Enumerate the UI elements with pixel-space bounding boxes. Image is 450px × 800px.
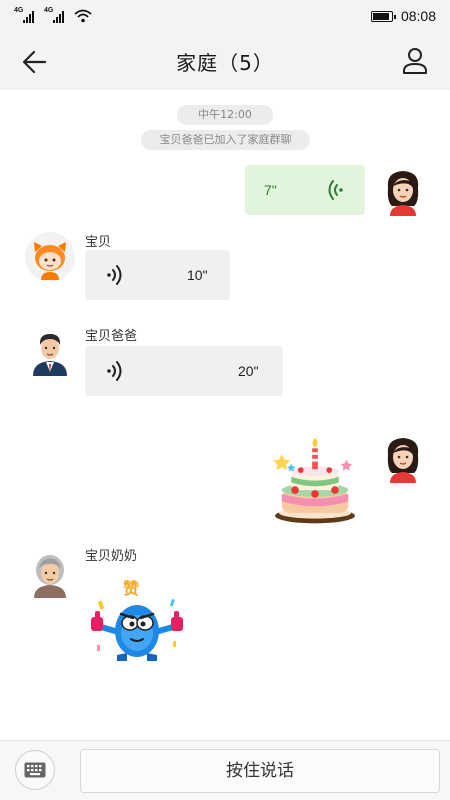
chat-header: 家庭（5） xyxy=(0,32,450,90)
input-bar: 按住说话 xyxy=(0,740,450,800)
arrow-left-icon[interactable] xyxy=(20,47,50,77)
cake-sticker[interactable] xyxy=(270,435,360,530)
status-left: 4G 4G xyxy=(14,7,92,23)
battery-icon xyxy=(370,10,396,22)
monster-icon xyxy=(91,598,183,661)
person-icon[interactable] xyxy=(400,46,430,76)
voice-message-bubble[interactable]: 10" xyxy=(85,250,230,300)
chat-list[interactable]: 中午12:00 宝贝爸爸已加入了家庭群聊 7" 宝贝 10" 宝贝爸爸 20" … xyxy=(0,90,450,740)
voice-wave-icon xyxy=(107,265,122,285)
status-right: 08:08 xyxy=(370,8,436,24)
voice-wave-icon xyxy=(107,361,122,381)
voice-wave-icon xyxy=(328,180,343,200)
keyboard-toggle-button[interactable] xyxy=(15,750,55,790)
hold-to-talk-button[interactable]: 按住说话 xyxy=(80,749,440,793)
voice-message-bubble[interactable]: 20" xyxy=(85,346,283,396)
wifi-icon xyxy=(74,9,92,23)
page-title: 家庭（5） xyxy=(176,50,274,75)
avatar-baobei-baba[interactable] xyxy=(25,326,75,376)
keyboard-icon xyxy=(24,762,46,778)
voice-message-bubble[interactable]: 7" xyxy=(245,165,365,215)
avatar-baobei-nainai[interactable] xyxy=(25,548,75,598)
cell-signal-icon: 4G xyxy=(44,7,64,23)
voice-duration: 7" xyxy=(264,182,277,198)
voice-duration: 20" xyxy=(238,363,259,379)
avatar-me[interactable] xyxy=(378,166,428,216)
avatar-me[interactable] xyxy=(378,433,428,483)
thumbs-up-monster-sticker[interactable]: 赞 xyxy=(87,575,187,665)
sender-name: 宝贝 xyxy=(85,235,112,250)
voice-duration: 10" xyxy=(187,267,208,283)
status-time: 08:08 xyxy=(400,8,436,24)
cell-signal-icon: 4G xyxy=(14,7,34,23)
system-message: 宝贝爸爸已加入了家庭群聊 xyxy=(141,130,310,150)
timestamp-label: 中午12:00 xyxy=(177,105,273,125)
sender-name: 宝贝爸爸 xyxy=(85,329,138,344)
status-bar: 4G 4G 08:08 xyxy=(0,0,450,32)
avatar-baobei[interactable] xyxy=(25,232,75,282)
sender-name: 宝贝奶奶 xyxy=(85,549,138,564)
